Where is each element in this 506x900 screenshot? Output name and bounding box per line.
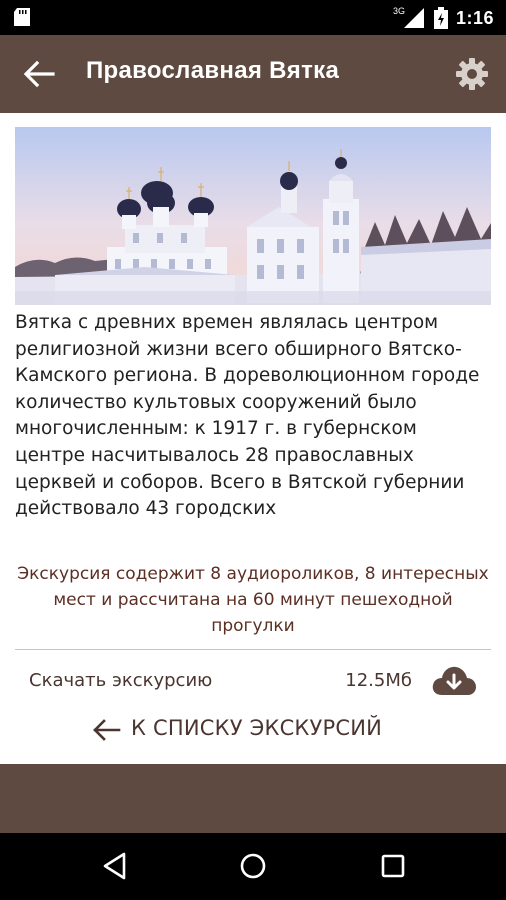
church-photo [15,127,491,305]
download-label[interactable]: Скачать экскурсию [29,670,212,691]
main-content: Вятка с древних времен являлась центром … [0,113,506,764]
bottom-bar [0,764,506,833]
app-bar: Православная Вятка [0,35,506,113]
signal-icon [403,8,424,28]
arrow-back-icon[interactable] [22,59,56,89]
nav-recent-icon[interactable] [378,851,408,881]
nav-home-icon[interactable] [238,851,268,881]
clock: 1:16 [455,7,494,28]
back-to-list-button[interactable]: К СПИСКУ ЭКСКУРСИЙ [91,710,421,750]
battery-icon [433,7,448,29]
arrow-left-icon [93,719,121,741]
sd-card-icon [14,8,30,26]
nav-back-icon[interactable] [100,851,130,881]
page-title: Православная Вятка [86,57,340,84]
excursion-summary: Экскурсия содержит 8 аудиороликов, 8 инт… [17,564,489,636]
gear-icon[interactable] [454,56,490,92]
system-nav-bar [0,833,506,900]
cloud-download-icon[interactable] [430,663,478,699]
back-to-list-label: К СПИСКУ ЭКСКУРСИЙ [131,716,383,740]
excursion-description: Вятка с древних времен являлась центром … [15,312,480,520]
download-size: 12.5Мб [345,670,412,691]
divider [15,649,491,650]
download-row[interactable]: Скачать экскурсию 12.5Мб [15,661,491,701]
status-bar: 3G 1:16 [0,0,506,35]
